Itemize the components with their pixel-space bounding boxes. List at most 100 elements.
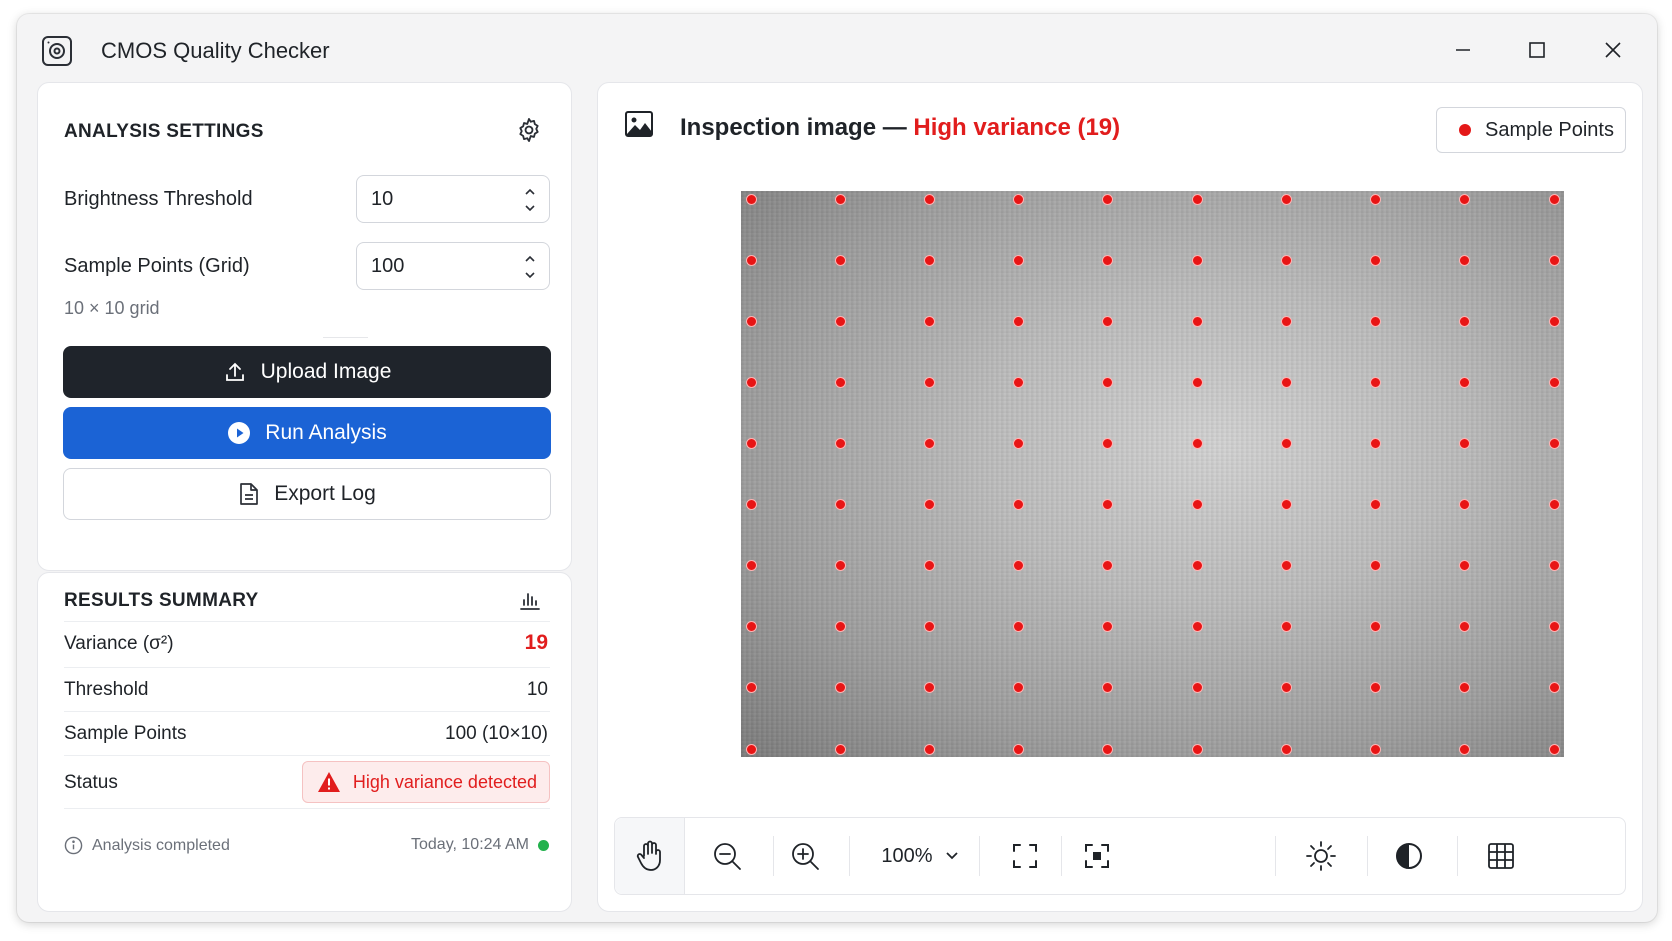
contrast-icon — [1396, 843, 1422, 869]
sample-points-value: 100 — [371, 255, 405, 277]
sample-point — [1191, 682, 1203, 694]
sample-point — [1102, 560, 1114, 572]
grid-icon — [1488, 843, 1514, 869]
viewer-title-status: High variance (19) — [913, 114, 1121, 141]
zoom-level-value: 100% — [881, 844, 933, 867]
sample-point — [1013, 560, 1025, 572]
sample-point — [834, 193, 846, 205]
sample-point — [1102, 376, 1114, 388]
sample-point — [1280, 621, 1292, 633]
hand-icon — [636, 840, 661, 871]
zoom-in-button[interactable] — [785, 818, 825, 894]
sample-point — [1280, 315, 1292, 327]
analysis-status-text: Analysis completed — [92, 836, 230, 854]
sample-point — [1191, 743, 1203, 755]
fit-screen-button[interactable] — [1005, 818, 1045, 894]
gear-icon[interactable] — [516, 117, 542, 143]
analysis-settings-title: ANALYSIS SETTINGS — [64, 121, 264, 142]
export-log-button[interactable]: Export Log — [63, 468, 551, 520]
sample-points-stepper[interactable]: 100 — [356, 242, 550, 290]
sample-points-toggle[interactable]: Sample Points — [1436, 107, 1626, 153]
sample-point — [1280, 560, 1292, 572]
sample-point — [1370, 621, 1382, 633]
sample-point — [1370, 315, 1382, 327]
zoom-level-select[interactable]: 100% — [865, 818, 975, 894]
sample-point — [1459, 621, 1471, 633]
variance-value: 19 — [524, 631, 548, 654]
inspection-image[interactable] — [741, 191, 1564, 757]
minimize-button[interactable] — [1443, 32, 1483, 68]
sample-point — [745, 682, 757, 694]
sample-point — [1548, 499, 1560, 511]
title-bar: CMOS Quality Checker — [17, 14, 1657, 82]
sample-point — [1548, 254, 1560, 266]
sample-point — [923, 743, 935, 755]
toolbar-separator — [1367, 836, 1368, 876]
image-icon — [624, 109, 654, 139]
sample-point — [1548, 743, 1560, 755]
sample-point — [1280, 743, 1292, 755]
sample-point — [1102, 621, 1114, 633]
sample-point — [923, 437, 935, 449]
sample-point — [1102, 315, 1114, 327]
results-summary-title: RESULTS SUMMARY — [64, 590, 259, 611]
fit-screen-icon — [1013, 844, 1037, 868]
zoom-out-icon — [714, 843, 741, 870]
sample-points-result-value: 100 (10×10) — [445, 723, 548, 744]
sample-point — [1459, 437, 1471, 449]
sample-point — [1459, 315, 1471, 327]
toolbar-separator — [1275, 836, 1276, 876]
sample-point — [1548, 560, 1560, 572]
upload-icon — [225, 362, 244, 381]
sample-points-row: Sample Points 100 (10×10) — [64, 711, 550, 757]
stepper-arrows-icon[interactable] — [523, 184, 537, 216]
bar-chart-icon[interactable] — [518, 588, 542, 612]
sample-point — [1548, 376, 1560, 388]
status-row: Status High variance detected — [64, 755, 550, 809]
contrast-button[interactable] — [1389, 818, 1429, 894]
status-badge-text: High variance detected — [352, 771, 537, 792]
sample-point — [745, 315, 757, 327]
upload-image-label: Upload Image — [260, 360, 392, 383]
sample-point — [1013, 743, 1025, 755]
sample-point — [1459, 743, 1471, 755]
sample-point — [745, 743, 757, 755]
brightness-icon — [1306, 841, 1336, 871]
brightness-threshold-stepper[interactable]: 10 — [356, 175, 550, 223]
threshold-label: Threshold — [64, 679, 149, 700]
actual-size-button[interactable] — [1077, 818, 1117, 894]
sample-point — [1370, 193, 1382, 205]
close-button[interactable] — [1593, 32, 1633, 68]
pan-tool[interactable] — [615, 818, 685, 894]
sample-point — [1459, 499, 1471, 511]
sample-point — [1280, 499, 1292, 511]
actual-size-icon — [1085, 844, 1109, 868]
sample-point — [1013, 499, 1025, 511]
zoom-in-icon — [792, 843, 819, 870]
sample-point — [1548, 621, 1560, 633]
brightness-threshold-label: Brightness Threshold — [64, 188, 253, 210]
sample-points-result-label: Sample Points — [64, 723, 187, 744]
sample-point — [1102, 499, 1114, 511]
brightness-button[interactable] — [1301, 818, 1341, 894]
sample-point — [1191, 376, 1203, 388]
run-analysis-button[interactable]: Run Analysis — [63, 407, 551, 459]
sample-point — [745, 621, 757, 633]
upload-image-button[interactable]: Upload Image — [63, 346, 551, 398]
play-circle-icon — [228, 422, 251, 444]
zoom-out-button[interactable] — [707, 818, 747, 894]
status-label: Status — [64, 772, 118, 793]
stepper-arrows-icon[interactable] — [523, 251, 537, 283]
grid-toggle-button[interactable] — [1481, 818, 1521, 894]
sample-point — [1459, 193, 1471, 205]
sample-point — [1191, 437, 1203, 449]
sample-point — [1191, 621, 1203, 633]
sample-point — [1459, 254, 1471, 266]
maximize-button[interactable] — [1517, 32, 1557, 68]
variance-label: Variance (σ²) — [64, 633, 174, 654]
sample-point — [1013, 254, 1025, 266]
sample-point — [1370, 682, 1382, 694]
sample-point — [745, 193, 757, 205]
sample-point — [1013, 193, 1025, 205]
sample-point — [1102, 437, 1114, 449]
